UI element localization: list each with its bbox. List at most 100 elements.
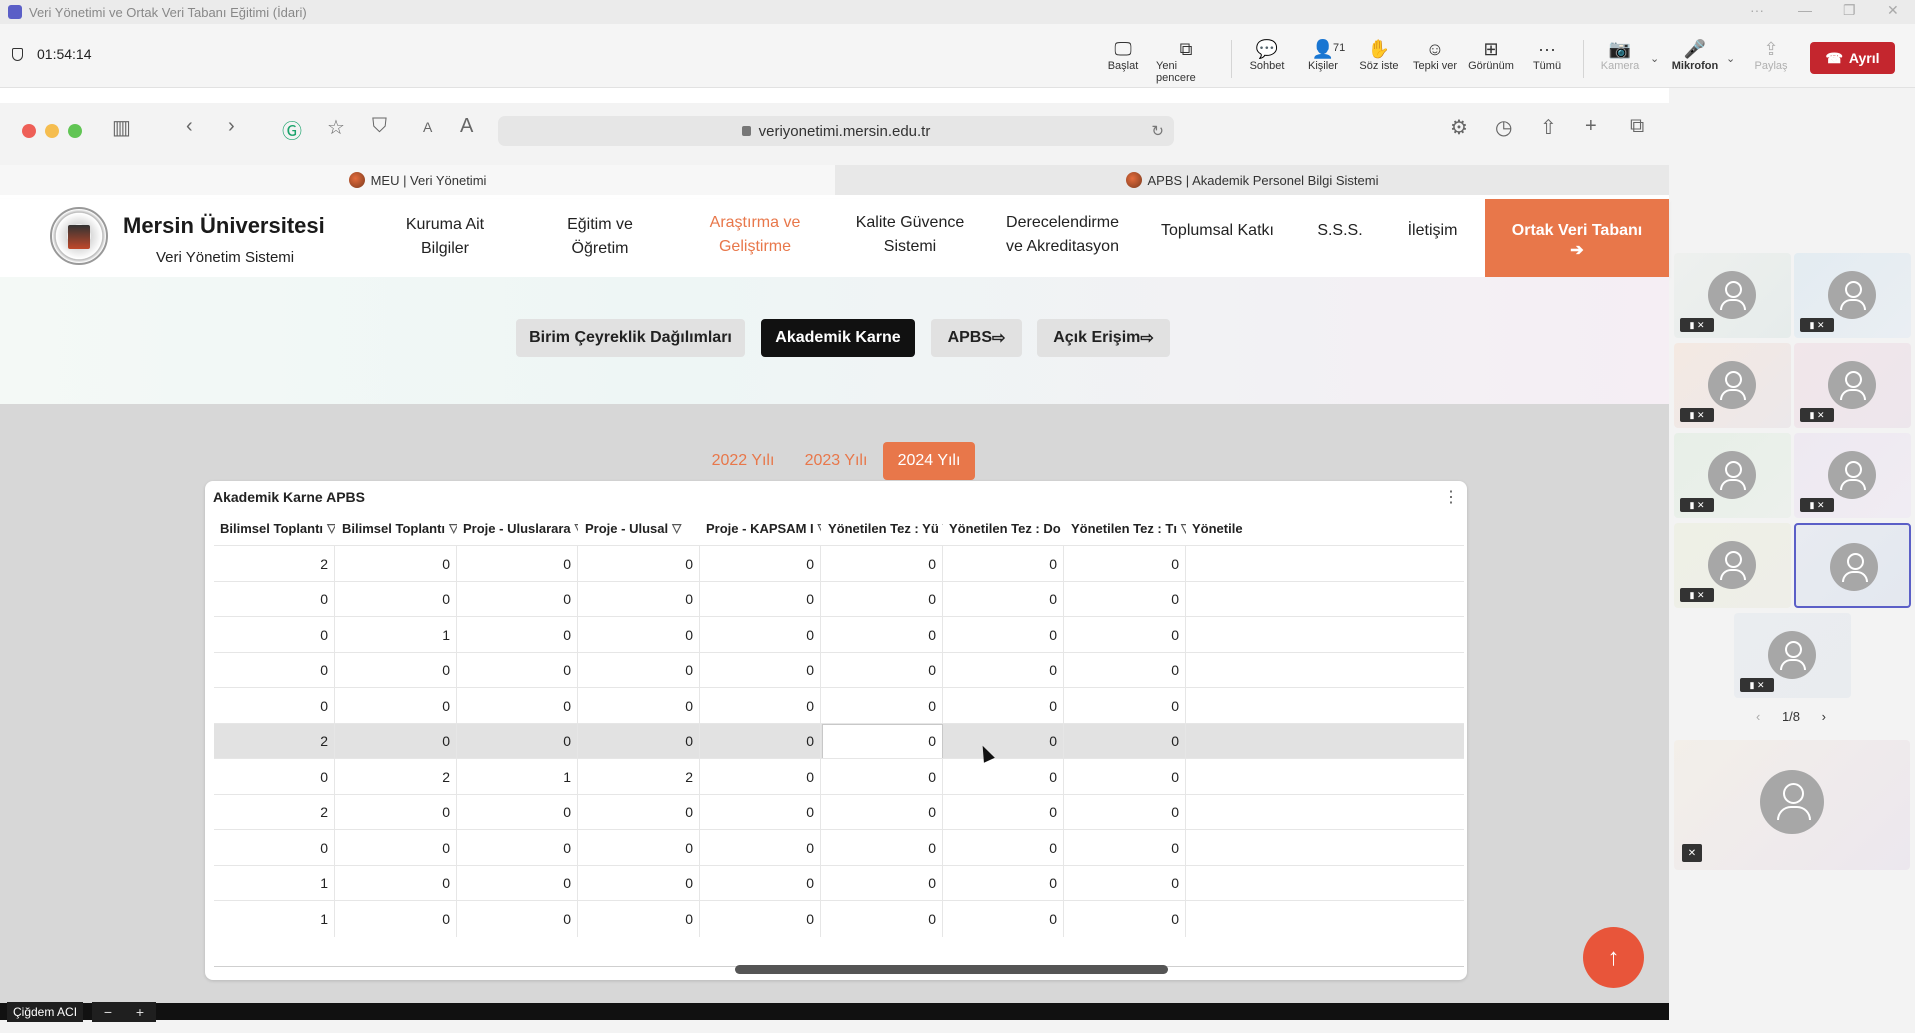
nav-sss[interactable]: S.S.S. xyxy=(1305,219,1375,243)
table-cell[interactable]: 0 xyxy=(1065,759,1186,795)
table-cell[interactable]: 0 xyxy=(1065,581,1186,617)
table-cell[interactable]: 0 xyxy=(579,581,700,617)
table-cell[interactable]: 0 xyxy=(943,830,1064,866)
table-cell[interactable]: 0 xyxy=(214,688,335,724)
privacy-shield-icon[interactable]: ⛉ xyxy=(372,115,387,138)
table-cell[interactable]: 2 xyxy=(214,794,335,830)
table-cell[interactable]: 0 xyxy=(943,617,1064,653)
table-cell[interactable]: 0 xyxy=(822,759,943,795)
share-button[interactable]: ⇪ Paylaş xyxy=(1741,38,1801,73)
new-tab-icon[interactable]: + xyxy=(1585,115,1597,138)
grammarly-icon[interactable]: Ⓖ xyxy=(282,115,302,144)
minimize-window-icon[interactable] xyxy=(45,124,59,138)
table-cell[interactable]: 0 xyxy=(822,901,943,937)
table-cell[interactable]: 0 xyxy=(336,581,457,617)
participant-tile[interactable]: ▮ ✕ xyxy=(1674,253,1791,338)
table-cell[interactable]: 0 xyxy=(1065,901,1186,937)
table-cell[interactable]: 1 xyxy=(214,865,335,901)
column-header[interactable]: Yönetilen Tez : Do▽ xyxy=(943,511,1064,545)
table-cell[interactable]: 0 xyxy=(822,652,943,688)
column-header[interactable]: Yönetilen Tez : Tı ▽ xyxy=(1065,511,1186,545)
zoom-in-icon[interactable]: + xyxy=(136,1004,144,1020)
table-cell[interactable]: 0 xyxy=(336,794,457,830)
table-cell[interactable]: 0 xyxy=(700,759,821,795)
table-cell[interactable]: 0 xyxy=(943,901,1064,937)
table-cell[interactable]: 0 xyxy=(943,688,1064,724)
nav-derecelendirme[interactable]: Derecelendirme ve Akreditasyon xyxy=(995,211,1130,259)
column-header[interactable]: Bilimsel Toplantı ▽ xyxy=(214,511,335,545)
participant-tile-active[interactable] xyxy=(1794,523,1911,608)
table-cell[interactable]: 0 xyxy=(700,546,821,582)
tab-apbs[interactable]: APBS | Akademik Personel Bilgi Sistemi xyxy=(835,165,1669,195)
filter-icon[interactable]: ▽ xyxy=(672,521,681,535)
acik-erisim-button[interactable]: Açık Erişim ⇨ xyxy=(1037,319,1170,357)
participant-tile[interactable]: ▮ ✕ xyxy=(1674,523,1791,608)
table-cell[interactable]: 0 xyxy=(214,759,335,795)
table-cell[interactable]: 0 xyxy=(579,901,700,937)
table-cell[interactable]: 0 xyxy=(214,617,335,653)
table-cell[interactable]: 0 xyxy=(457,617,578,653)
table-cell[interactable]: 0 xyxy=(336,546,457,582)
table-cell[interactable]: 0 xyxy=(457,581,578,617)
column-header[interactable]: Proje - KAPSAM I▽ xyxy=(700,511,821,545)
bookmark-star-icon[interactable]: ☆ xyxy=(327,115,345,140)
table-cell[interactable]: 0 xyxy=(336,723,457,759)
nav-kuruma-ait-bilgiler[interactable]: Kuruma Ait Bilgiler xyxy=(395,213,495,261)
table-cell[interactable]: 2 xyxy=(214,546,335,582)
filter-icon[interactable]: ▽ xyxy=(818,521,821,535)
ortak-veri-tabani-button[interactable]: Ortak Veri Tabanı ➔ xyxy=(1485,199,1669,277)
table-cell[interactable]: 0 xyxy=(1065,546,1186,582)
column-header[interactable]: Yönetilen Tez : Yü▽ xyxy=(822,511,943,545)
table-cell[interactable]: 1 xyxy=(457,759,578,795)
address-bar[interactable]: veriyonetimi.mersin.edu.tr ↻ xyxy=(498,116,1174,146)
more-window-icon[interactable]: ··· xyxy=(1750,2,1764,18)
year-2022-tab[interactable]: 2022 Yılı xyxy=(700,442,786,480)
table-cell[interactable]: 0 xyxy=(822,865,943,901)
table-cell[interactable]: 0 xyxy=(1065,794,1186,830)
table-cell[interactable]: 0 xyxy=(1065,617,1186,653)
year-2023-tab[interactable]: 2023 Yılı xyxy=(793,442,879,480)
table-cell[interactable]: 0 xyxy=(579,652,700,688)
minimize-icon[interactable]: — xyxy=(1798,2,1812,18)
column-header[interactable]: Yönetile xyxy=(1186,511,1266,545)
reload-icon[interactable]: ↻ xyxy=(1151,122,1164,140)
text-smaller-icon[interactable]: A xyxy=(423,119,432,135)
table-row[interactable]: 00000000 xyxy=(214,580,1464,617)
site-brand[interactable]: Mersin Üniversitesi xyxy=(123,213,325,239)
text-larger-icon[interactable]: A xyxy=(460,115,473,138)
table-cell[interactable]: 0 xyxy=(1065,865,1186,901)
table-cell[interactable]: 0 xyxy=(336,652,457,688)
raise-hand-button[interactable]: ✋ Söz iste xyxy=(1349,38,1409,73)
new-window-button[interactable]: ⧉ Yeni pencere xyxy=(1156,38,1216,85)
history-icon[interactable]: ◷ xyxy=(1495,115,1512,140)
filter-icon[interactable]: ▽ xyxy=(327,521,335,535)
tab-veri-yonetimi[interactable]: MEU | Veri Yönetimi xyxy=(0,165,835,195)
apbs-button[interactable]: APBS ⇨ xyxy=(931,319,1022,357)
table-cell[interactable]: 0 xyxy=(943,723,1064,759)
table-cell[interactable]: 0 xyxy=(822,581,943,617)
table-cell[interactable]: 0 xyxy=(579,794,700,830)
close-icon[interactable]: ✕ xyxy=(1887,2,1899,19)
table-cell[interactable]: 0 xyxy=(336,830,457,866)
forward-icon[interactable]: › xyxy=(228,115,235,138)
table-cell[interactable]: 0 xyxy=(943,652,1064,688)
back-icon[interactable]: ‹ xyxy=(186,115,193,138)
filter-icon[interactable]: ▽ xyxy=(575,521,578,535)
table-cell[interactable]: 0 xyxy=(943,794,1064,830)
table-cell[interactable]: 0 xyxy=(579,546,700,582)
nav-toplumsal-katki[interactable]: Toplumsal Katkı xyxy=(1150,219,1285,243)
table-cell[interactable]: 0 xyxy=(579,830,700,866)
table-cell[interactable]: 0 xyxy=(822,617,943,653)
participant-tile[interactable]: ▮ ✕ xyxy=(1674,433,1791,518)
table-cell[interactable]: 0 xyxy=(700,688,821,724)
microphone-button[interactable]: 🎤 Mikrofon xyxy=(1665,38,1725,73)
university-logo[interactable] xyxy=(50,207,108,265)
sidebar-icon[interactable]: ▥ xyxy=(112,115,131,140)
table-row[interactable]: 00000000 xyxy=(214,687,1464,724)
year-2024-tab[interactable]: 2024 Yılı xyxy=(883,442,975,480)
table-row[interactable]: 20000000 xyxy=(214,793,1464,830)
table-cell[interactable]: 0 xyxy=(700,652,821,688)
table-cell[interactable]: 2 xyxy=(336,759,457,795)
filter-icon[interactable]: ▽ xyxy=(449,521,457,535)
table-cell[interactable]: 0 xyxy=(822,794,943,830)
